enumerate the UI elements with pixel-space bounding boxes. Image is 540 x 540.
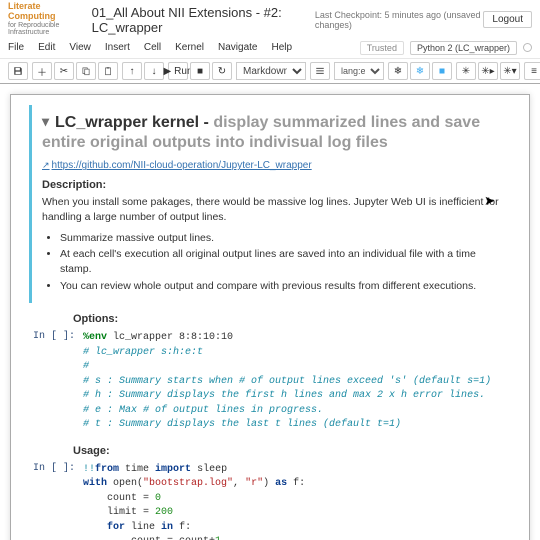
menu-file[interactable]: File (8, 42, 24, 53)
code-area[interactable]: !!from time import sleep with open("boot… (81, 461, 511, 540)
kernel-name[interactable]: Python 2 (LC_wrapper) (410, 41, 517, 55)
restart-button[interactable]: ↻ (212, 62, 232, 80)
unfreeze-below-3-button[interactable]: ✳▾ (500, 62, 520, 80)
interrupt-button[interactable]: ■ (190, 62, 210, 80)
move-up-button[interactable]: ↑ (122, 62, 142, 80)
menu-edit[interactable]: Edit (38, 42, 55, 53)
move-down-button[interactable]: ↓ (144, 62, 164, 80)
unfreeze-below-2-button[interactable]: ✳▸ (478, 62, 498, 80)
usage-heading: Usage: (73, 445, 511, 457)
collapse-button[interactable]: ≡ (524, 62, 540, 80)
menu-view[interactable]: View (69, 42, 91, 53)
list-item: At each cell's execution all original ou… (60, 247, 503, 276)
run-button[interactable]: ▶Run (168, 62, 188, 80)
brand-sub: for Reproducible Infrastructure (8, 22, 86, 37)
list-item: You can review whole output and compare … (60, 279, 503, 294)
freeze-button[interactable]: ❄ (388, 62, 408, 80)
trusted-indicator[interactable]: Trusted (360, 41, 404, 55)
menu-cell[interactable]: Cell (144, 42, 161, 53)
lang-select[interactable]: lang:en (334, 62, 384, 80)
logout-button[interactable]: Logout (483, 11, 532, 28)
menu-insert[interactable]: Insert (105, 42, 130, 53)
repo-link[interactable]: https://github.com/NII-cloud-operation/J… (42, 160, 312, 171)
paste-button[interactable] (98, 62, 118, 80)
description-text: When you install some pakages, there wou… (42, 195, 503, 224)
add-cell-button[interactable]: ＋ (32, 62, 52, 80)
notebook-title[interactable]: 01_All About NII Extensions - #2: LC_wra… (92, 5, 309, 35)
list-item: Summarize massive output lines. (60, 231, 503, 246)
input-prompt: In [ ]: (29, 461, 81, 540)
collapse-caret-icon[interactable]: ▾ (42, 113, 49, 131)
unfreeze-all-button[interactable]: ✳ (456, 62, 476, 80)
freeze-below-button[interactable]: ❄ (410, 62, 430, 80)
brand-top: Literate Computing (8, 2, 86, 22)
markdown-cell[interactable]: ▾LC_wrapper kernel - display summarized … (29, 105, 511, 303)
unfreeze-button[interactable] (432, 62, 452, 80)
checkpoint-text: Last Checkpoint: 5 minutes ago (unsaved … (315, 10, 484, 30)
cell-type-select[interactable]: Markdown (236, 62, 306, 80)
brand: Literate Computing for Reproducible Infr… (8, 2, 86, 37)
mouse-cursor-icon: ➤ (484, 193, 495, 209)
heading: ▾LC_wrapper kernel - display summarized … (42, 113, 503, 153)
description-heading: Description: (42, 179, 503, 191)
copy-button[interactable] (76, 62, 96, 80)
menu-kernel[interactable]: Kernel (175, 42, 204, 53)
input-prompt: In [ ]: (29, 329, 81, 435)
code-cell-1[interactable]: In [ ]: %env lc_wrapper 8:8:10:10 # lc_w… (29, 329, 511, 435)
cut-button[interactable]: ✂ (54, 62, 74, 80)
toolbar: ＋ ✂ ↑ ↓ ▶Run ■ ↻ Markdown lang:en ❄ ❄ ✳ … (0, 59, 540, 84)
code-cell-2[interactable]: In [ ]: !!from time import sleep with op… (29, 461, 511, 540)
description-list: Summarize massive output lines. At each … (60, 231, 503, 294)
kernel-status-icon (523, 43, 532, 52)
menu-help[interactable]: Help (271, 42, 292, 53)
command-palette-button[interactable] (310, 62, 330, 80)
menu-navigate[interactable]: Navigate (218, 42, 257, 53)
save-button[interactable] (8, 62, 28, 80)
options-heading: Options: (73, 313, 511, 325)
code-area[interactable]: %env lc_wrapper 8:8:10:10 # lc_wrapper s… (81, 329, 511, 435)
